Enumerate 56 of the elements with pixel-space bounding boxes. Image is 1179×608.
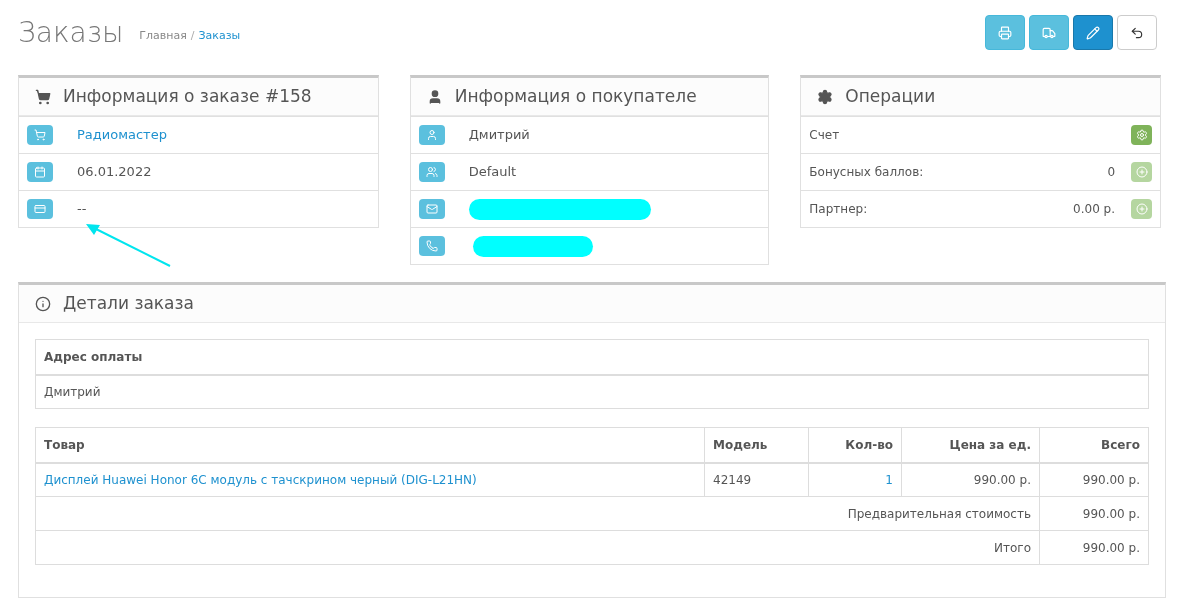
breadcrumb-link[interactable]: Главная [139, 28, 187, 45]
panel-title: Детали заказа [63, 291, 194, 315]
total-label: Итого [35, 530, 1040, 565]
panel-title: Информация о покупателе [454, 84, 697, 108]
mail-icon [418, 199, 445, 219]
plus-circle-icon [1135, 166, 1148, 178]
column-header: Всего [1039, 427, 1149, 463]
panel-title: Операции [845, 84, 936, 108]
column-header: Товар [35, 427, 705, 463]
table-cell: 990.00 р. [1039, 462, 1149, 497]
table-cell: 1 [808, 462, 902, 497]
printer-icon [998, 25, 1012, 40]
truck-icon [1042, 25, 1056, 40]
undo-icon [1130, 25, 1144, 40]
credit-card-icon [27, 199, 53, 219]
breadcrumb-link[interactable]: Заказы [198, 28, 241, 45]
total-label: Предварительная стоимость [35, 496, 1040, 531]
total-value: 990.00 р. [1039, 496, 1149, 531]
print-button[interactable] [985, 15, 1025, 50]
gear-icon [1135, 129, 1148, 141]
table-cell: Дмитрий [35, 374, 1149, 409]
breadcrumb-separator: / [190, 28, 195, 44]
column-header: Кол-во [808, 427, 902, 463]
column-header: Цена за ед. [901, 427, 1040, 463]
calendar-icon [27, 162, 53, 182]
store-link[interactable]: Радиомастер [77, 125, 167, 145]
gear-icon [817, 88, 834, 105]
phone-icon [418, 236, 445, 256]
settings-button[interactable] [1131, 125, 1152, 145]
edit-button[interactable] [1073, 15, 1113, 50]
table-header-cell: Адрес оплаты [35, 339, 1149, 375]
operation-label: Счет [809, 127, 841, 144]
operation-label: Партнер: [809, 201, 869, 218]
info-text: Default [468, 163, 517, 182]
cart-icon [27, 125, 53, 145]
column-header: Модель [704, 427, 809, 463]
panel-title: Информация о заказе #158 [63, 84, 312, 108]
cart-icon [35, 88, 51, 105]
operation-label: Бонусных баллов: [809, 164, 925, 181]
back-button[interactable] [1117, 15, 1157, 50]
operation-value: 0 [1107, 164, 1115, 181]
page-title: Заказы [18, 18, 124, 47]
plus-circle-icon [1135, 203, 1148, 215]
table-cell: 42149 [704, 462, 809, 497]
info-text: -- [77, 200, 87, 219]
info-icon [35, 295, 51, 312]
total-value: 990.00 р. [1039, 530, 1149, 565]
pencil-icon [1086, 25, 1100, 40]
info-text: 06.01.2022 [77, 163, 152, 182]
users-icon [418, 162, 445, 182]
product-link[interactable]: Дисплей Huawei Honor 6C модуль с тачскрином черный (DIG-L21HN) [35, 462, 705, 497]
operation-value: 0.00 р. [1073, 201, 1115, 218]
table-cell: 990.00 р. [901, 462, 1040, 497]
truck-button[interactable] [1029, 15, 1069, 50]
user-icon [418, 125, 445, 145]
info-text: Дмитрий [468, 126, 530, 145]
